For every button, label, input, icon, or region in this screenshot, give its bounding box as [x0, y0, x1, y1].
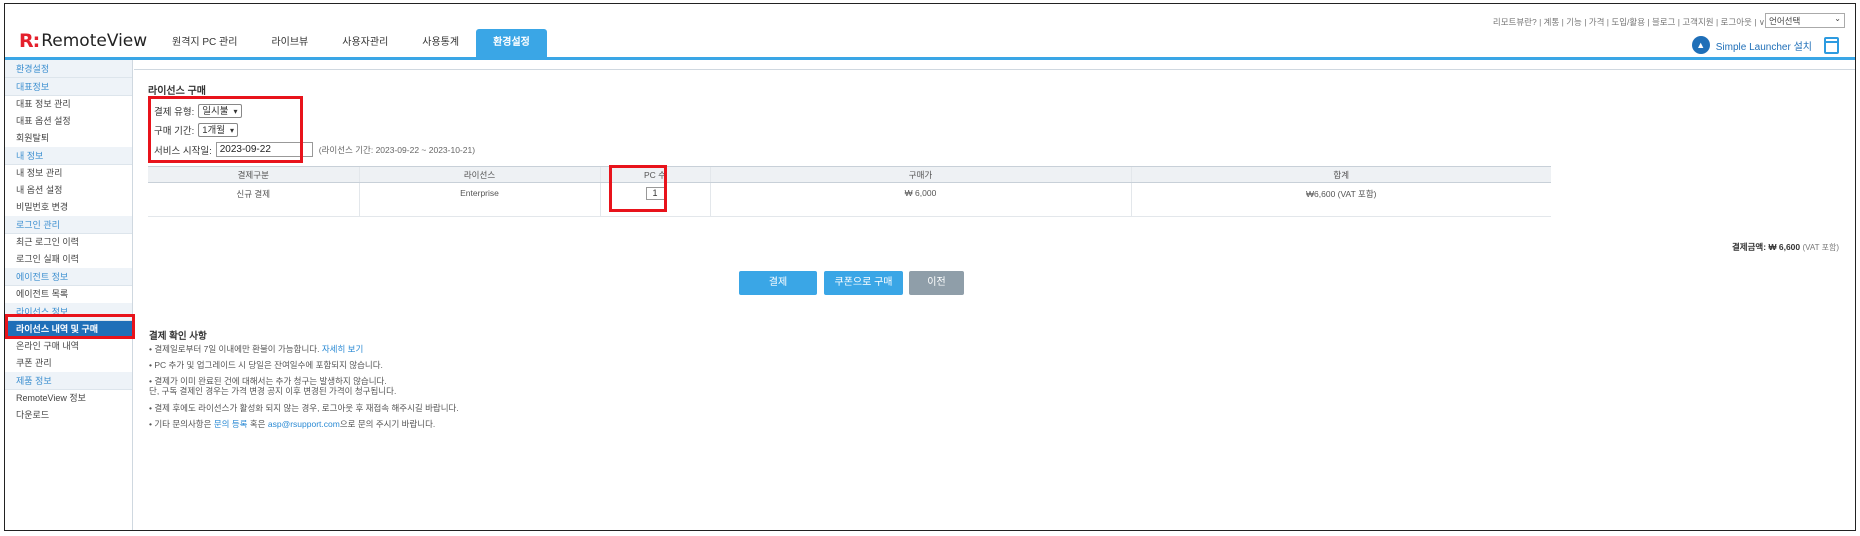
- highlight-box-form: [148, 96, 303, 163]
- sidebar-item-password[interactable]: 비밀번호 변경: [5, 199, 132, 216]
- notice-line-activation: • 결제 후에도 라이선스가 활성화 되지 않는 경우, 로그아웃 후 재접속 …: [149, 403, 459, 413]
- browser-frame: R: RemoteView 원격지 PC 관리 라이브뷰 사용자관리 사용통계 …: [4, 3, 1856, 531]
- cell-type: 신규 결제: [148, 182, 359, 217]
- notice-line-refund: • 결제일로부터 7일 이내에만 환불이 가능합니다. 자세히 보기: [149, 344, 363, 355]
- sidebar-item-download[interactable]: 다운로드: [5, 407, 132, 424]
- content-topbar: [134, 60, 1855, 70]
- page-title: 라이선스 구매: [148, 86, 206, 97]
- header: R: RemoteView 원격지 PC 관리 라이브뷰 사용자관리 사용통계 …: [5, 4, 1855, 60]
- tab-settings[interactable]: 환경설정: [476, 29, 547, 57]
- sidebar-item-failed-login[interactable]: 로그인 실패 이력: [5, 251, 132, 268]
- highlight-box-sidebar: [5, 314, 135, 339]
- sidebar-group-representative[interactable]: 대표정보: [5, 78, 132, 96]
- payment-total-vat: (VAT 포함): [1802, 243, 1840, 252]
- launcher-area: ▲ Simple Launcher 설치: [1691, 36, 1839, 54]
- notice-line-contact: • 기타 문의사항은 문의 등록 혹은 asp@rsupport.com으로 문…: [149, 419, 435, 430]
- table-header-row: 결제구분 라이선스 PC 수 구매가 합계: [148, 166, 1551, 183]
- pay-button[interactable]: 결제: [739, 271, 817, 295]
- previous-button[interactable]: 이전: [909, 271, 964, 295]
- notice-title: 결제 확인 사항: [149, 331, 207, 342]
- notice-contact-pre: • 기타 문의사항은: [149, 419, 212, 429]
- chevron-down-icon: ⌄: [1834, 14, 1841, 23]
- sidebar-item-coupons[interactable]: 쿠폰 관리: [5, 355, 132, 372]
- sidebar-item-product-info[interactable]: RemoteView 정보: [5, 390, 132, 407]
- email-link[interactable]: asp@rsupport.com: [268, 419, 340, 429]
- col-header-type: 결제구분: [148, 166, 359, 183]
- cell-total: ₩6,600 (VAT 포함): [1130, 182, 1551, 217]
- logo[interactable]: R: RemoteView: [19, 30, 147, 52]
- sidebar-group-settings[interactable]: 환경설정: [5, 60, 132, 78]
- tab-remote-pc[interactable]: 원격지 PC 관리: [155, 29, 254, 57]
- payment-total-value: ₩ 6,600: [1768, 242, 1801, 252]
- coupon-purchase-button[interactable]: 쿠폰으로 구매: [824, 271, 903, 295]
- sidebar-group-my-info[interactable]: 내 정보: [5, 147, 132, 165]
- document-icon[interactable]: [1824, 36, 1839, 54]
- language-select-value: 언어선택: [1769, 16, 1801, 26]
- logo-mark: R:: [19, 30, 40, 52]
- notice-refund-text: • 결제일로부터 7일 이내에만 환불이 가능합니다.: [149, 344, 320, 354]
- logo-text: RemoteView: [41, 31, 148, 51]
- notice-contact-mid: 혹은: [249, 419, 266, 429]
- sidebar-group-login[interactable]: 로그인 관리: [5, 216, 132, 234]
- payment-total-label: 결제금액:: [1731, 242, 1767, 252]
- language-select[interactable]: 언어선택 ⌄: [1765, 13, 1845, 28]
- sidebar-item-my-options[interactable]: 내 옵션 설정: [5, 182, 132, 199]
- tab-users[interactable]: 사용자관리: [325, 29, 405, 57]
- cell-license: Enterprise: [358, 182, 600, 217]
- purchase-table: 결제구분 라이선스 PC 수 구매가 합계 신규 결제 Enterprise 1…: [148, 166, 1551, 217]
- col-header-total: 합계: [1130, 166, 1551, 183]
- sidebar-item-rep-info[interactable]: 대표 정보 관리: [5, 96, 132, 113]
- main-nav: 원격지 PC 관리 라이브뷰 사용자관리 사용통계 환경설정: [155, 29, 547, 57]
- launcher-link[interactable]: Simple Launcher 설치: [1716, 38, 1812, 53]
- sidebar-item-online-purchases[interactable]: 온라인 구매 내역: [5, 338, 132, 355]
- sidebar-item-agent-list[interactable]: 에이전트 목록: [5, 286, 132, 303]
- sidebar-item-rep-options[interactable]: 대표 옵션 설정: [5, 113, 132, 130]
- table-row: 신규 결제 Enterprise 1 ₩ 6,000 ₩6,600 (VAT 포…: [148, 182, 1551, 217]
- cell-price: ₩ 6,000: [709, 182, 1131, 217]
- col-header-license: 라이선스: [358, 166, 600, 183]
- sidebar-group-agent[interactable]: 에이전트 정보: [5, 268, 132, 286]
- col-header-price: 구매가: [709, 166, 1131, 183]
- license-period-note: (라이선스 기간: 2023-09-22 ~ 2023-10-21): [318, 144, 476, 155]
- top-links[interactable]: 리모트뷰란? | 계통 | 기능 | 가격 | 도입/활용 | 블로그 | 고객…: [1493, 16, 1765, 28]
- sidebar-item-recent-login[interactable]: 최근 로그인 이력: [5, 234, 132, 251]
- sidebar-item-my-info[interactable]: 내 정보 관리: [5, 165, 132, 182]
- payment-total: 결제금액: ₩ 6,600 (VAT 포함): [1732, 241, 1839, 253]
- tab-stats[interactable]: 사용통계: [405, 29, 476, 57]
- sidebar-group-product[interactable]: 제품 정보: [5, 372, 132, 390]
- details-link[interactable]: 자세히 보기: [322, 344, 363, 354]
- notice-contact-post: 으로 문의 주시기 바랍니다.: [339, 419, 436, 429]
- notice-line-upgrade: • PC 추가 및 업그레이드 시 당일은 잔여일수에 포함되지 않습니다.: [149, 360, 383, 370]
- notice-line-billing-b: 단, 구독 결제인 경우는 가격 변경 공지 이후 변경된 가격이 청구됩니다.: [149, 386, 397, 396]
- main-content: 라이선스 구매 결제 유형: 일시불 ▾ 구매 기간: 1개월 ▾ 서비스 시작…: [134, 60, 1855, 530]
- sidebar: 환경설정 대표정보 대표 정보 관리 대표 옵션 설정 회원탈퇴 내 정보 내 …: [5, 60, 133, 530]
- highlight-box-pc-count: [609, 165, 667, 212]
- inquiry-link[interactable]: 문의 등록: [214, 419, 248, 429]
- tab-liveview[interactable]: 라이브뷰: [254, 29, 325, 57]
- launcher-icon[interactable]: ▲: [1691, 36, 1710, 54]
- sidebar-item-withdraw[interactable]: 회원탈퇴: [5, 130, 132, 147]
